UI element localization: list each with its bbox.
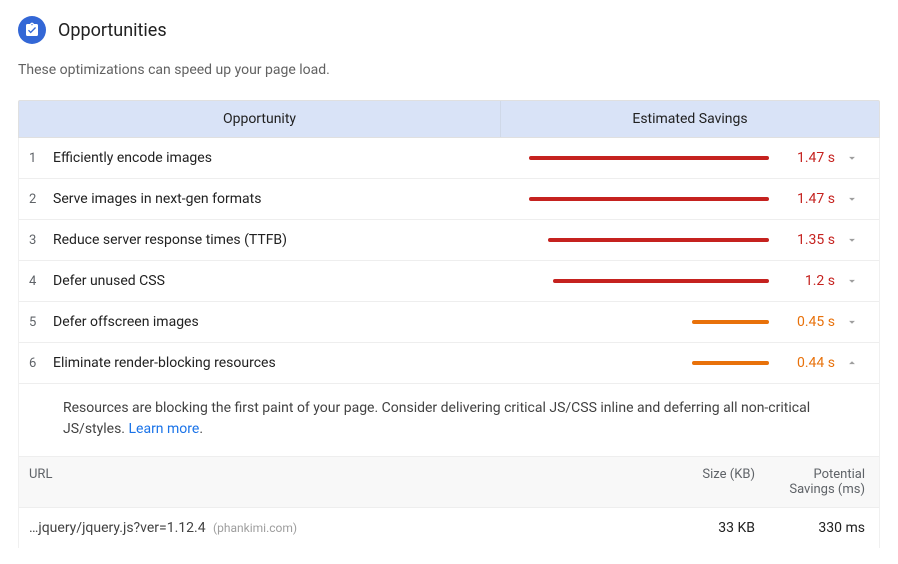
col-header-opportunity: Opportunity <box>19 101 501 137</box>
subtable-header: URLSize (KB)PotentialSavings (ms) <box>19 457 879 508</box>
panel-title: Opportunities <box>58 20 167 41</box>
savings-value: 1.47 s <box>783 150 835 166</box>
learn-more-link[interactable]: Learn more <box>128 421 199 437</box>
savings-bar <box>548 238 769 242</box>
opportunity-row[interactable]: 2Serve images in next-gen formats 1.47 s <box>19 179 879 220</box>
opportunities-panel: Opportunities These optimizations can sp… <box>0 0 898 564</box>
sub-url-domain: (phankimi.com) <box>213 521 297 535</box>
opportunity-row[interactable]: 5Defer offscreen images 0.45 s <box>19 302 879 343</box>
row-index: 2 <box>19 192 53 207</box>
row-label: Efficiently encode images <box>53 150 501 166</box>
row-bar-area: 1.47 s <box>501 191 879 207</box>
savings-bar-track <box>529 238 769 242</box>
col-header-savings: Estimated Savings <box>501 101 879 137</box>
sub-col-header-url: URL <box>29 467 645 497</box>
row-label: Defer offscreen images <box>53 314 501 330</box>
savings-bar <box>553 279 769 283</box>
savings-bar-track <box>529 197 769 201</box>
savings-value: 1.47 s <box>783 191 835 207</box>
row-bar-area: 0.45 s <box>501 314 879 330</box>
savings-bar <box>692 320 769 324</box>
row-index: 1 <box>19 151 53 166</box>
savings-bar <box>529 156 769 160</box>
savings-bar-track <box>529 279 769 283</box>
savings-value: 0.45 s <box>783 314 835 330</box>
sub-url: …jquery/jquery.js?ver=1.12.4 (phankimi.c… <box>29 520 645 536</box>
row-label: Serve images in next-gen formats <box>53 191 501 207</box>
row-expanded-description: Resources are blocking the first paint o… <box>19 384 879 457</box>
opportunity-row[interactable]: 6Eliminate render-blocking resources 0.44… <box>19 343 879 384</box>
subtable-row[interactable]: …jquery/jquery.js?ver=1.12.4 (phankimi.c… <box>19 508 879 548</box>
row-index: 3 <box>19 233 53 248</box>
opportunities-icon <box>18 16 46 44</box>
sub-col-header-savings: PotentialSavings (ms) <box>755 467 865 497</box>
chevron-down-icon <box>845 233 859 247</box>
chevron-down-icon <box>845 274 859 288</box>
row-label: Defer unused CSS <box>53 273 501 289</box>
savings-bar-track <box>529 156 769 160</box>
savings-bar <box>692 361 769 365</box>
chevron-down-icon <box>845 151 859 165</box>
row-bar-area: 1.35 s <box>501 232 879 248</box>
sub-savings: 330 ms <box>755 520 865 536</box>
savings-bar-track <box>529 361 769 365</box>
chevron-down-icon <box>845 192 859 206</box>
savings-value: 0.44 s <box>783 355 835 371</box>
row-index: 4 <box>19 274 53 289</box>
row-index: 6 <box>19 356 53 371</box>
row-bar-area: 1.47 s <box>501 150 879 166</box>
savings-bar <box>529 197 769 201</box>
opportunity-rows: 1Efficiently encode images1.47 s2Serve i… <box>18 138 880 548</box>
savings-value: 1.2 s <box>783 273 835 289</box>
sub-size: 33 KB <box>645 520 755 536</box>
chevron-up-icon <box>845 356 859 370</box>
sub-col-header-size: Size (KB) <box>645 467 755 497</box>
panel-subtitle: These optimizations can speed up your pa… <box>18 62 880 78</box>
row-label: Reduce server response times (TTFB) <box>53 232 501 248</box>
opportunity-row[interactable]: 3Reduce server response times (TTFB) 1.35… <box>19 220 879 261</box>
savings-value: 1.35 s <box>783 232 835 248</box>
panel-header: Opportunities <box>18 16 880 44</box>
row-bar-area: 0.44 s <box>501 355 879 371</box>
row-label: Eliminate render-blocking resources <box>53 355 501 371</box>
chevron-down-icon <box>845 315 859 329</box>
opportunity-row[interactable]: 1Efficiently encode images 1.47 s <box>19 138 879 179</box>
column-headers: Opportunity Estimated Savings <box>18 100 880 138</box>
row-bar-area: 1.2 s <box>501 273 879 289</box>
savings-bar-track <box>529 320 769 324</box>
opportunity-row[interactable]: 4Defer unused CSS 1.2 s <box>19 261 879 302</box>
row-index: 5 <box>19 315 53 330</box>
